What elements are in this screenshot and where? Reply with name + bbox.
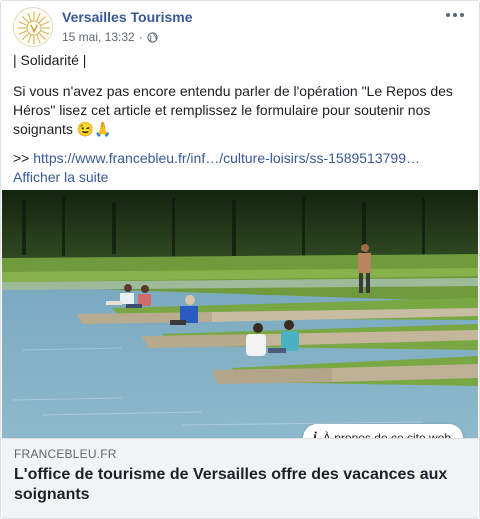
link-domain: FRANCEBLEU.FR — [14, 447, 117, 461]
meta-separator: · — [138, 30, 143, 44]
post-meta: 15 mai, 13:32 · — [62, 30, 158, 44]
link-title[interactable]: L'office de tourisme de Versailles offre… — [14, 465, 466, 505]
page-avatar[interactable] — [13, 7, 53, 47]
page-name[interactable]: Versailles Tourisme — [62, 9, 192, 25]
post-line-title: | Solidarité | — [13, 52, 87, 68]
facebook-post: Versailles Tourisme 15 mai, 13:32 · | So… — [0, 0, 480, 519]
post-link-line: >> https://www.francebleu.fr/inf…/cultur… — [13, 149, 467, 168]
post-header: Versailles Tourisme 15 mai, 13:32 · — [13, 7, 467, 49]
post-text: | Solidarité | Si vous n'avez pas encore… — [13, 51, 467, 187]
versailles-logo — [15, 9, 52, 46]
see-more-link[interactable]: Afficher la suite — [13, 168, 467, 187]
link-prefix: >> — [13, 150, 30, 166]
article-image[interactable] — [2, 190, 478, 438]
canal-photo — [2, 190, 478, 438]
article-url-link[interactable]: https://www.francebleu.fr/inf…/culture-l… — [33, 150, 420, 166]
link-preview-card[interactable]: FRANCEBLEU.FR L'office de tourisme de Ve… — [2, 438, 478, 518]
more-options-icon[interactable] — [443, 7, 467, 23]
post-line-body: Si vous n'avez pas encore entendu parler… — [13, 83, 453, 137]
globe-icon[interactable] — [147, 31, 158, 43]
post-timestamp[interactable]: 15 mai, 13:32 — [62, 30, 135, 44]
